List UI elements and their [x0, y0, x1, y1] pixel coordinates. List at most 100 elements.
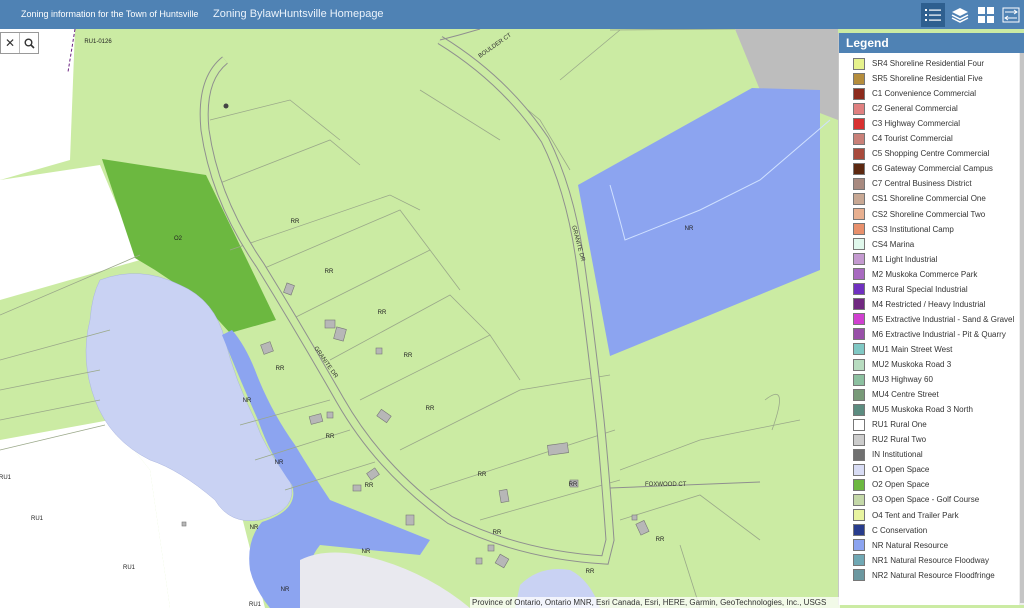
label-rr: RR — [586, 569, 595, 575]
label-rr: RR — [493, 530, 502, 536]
legend-item: C Conservation — [853, 523, 927, 538]
label-ru1: RU1 — [249, 602, 262, 608]
legend-item: M2 Muskoka Commerce Park — [853, 267, 977, 282]
legend-item: MU3 Highway 60 — [853, 372, 933, 387]
search-icon — [24, 38, 35, 49]
legend-swatch — [853, 132, 865, 145]
legend-item: CS3 Institutional Camp — [853, 222, 954, 237]
legend-swatch — [853, 57, 865, 70]
legend-scrollbar[interactable] — [1019, 53, 1024, 605]
label-rr: RR — [569, 482, 578, 488]
map-attribution: Province of Ontario, Ontario MNR, Esri C… — [470, 597, 840, 608]
point-feature — [223, 103, 229, 109]
legend-item: C7 Central Business District — [853, 176, 972, 191]
label-rr: RR — [365, 483, 374, 489]
basemap-grid-icon — [978, 7, 994, 23]
label-ru1-0126: RU1-0126 — [84, 39, 112, 45]
legend-item-label: C3 Highway Commercial — [872, 119, 961, 129]
legend-item: RU1 Rural One — [853, 417, 927, 432]
legend-item: CS2 Shoreline Commercial Two — [853, 207, 985, 222]
legend-item-label: CS2 Shoreline Commercial Two — [872, 209, 986, 219]
legend-item-label: O2 Open Space — [872, 480, 930, 490]
legend-swatch — [853, 463, 865, 476]
label-nr: NR — [243, 398, 252, 404]
legend-item: CS1 Shoreline Commercial One — [853, 191, 986, 206]
legend-item-label: MU2 Muskoka Road 3 — [872, 360, 952, 369]
legend-swatch — [853, 117, 865, 130]
legend-item-label: MU4 Centre Street — [872, 390, 939, 400]
legend-item: C1 Convenience Commercial — [853, 86, 976, 101]
swipe-button[interactable] — [999, 3, 1023, 27]
legend-item: MU2 Muskoka Road 3 — [853, 357, 951, 372]
label-o2: O2 — [174, 236, 183, 242]
legend-swatch — [853, 283, 865, 296]
legend-swatch — [853, 539, 865, 552]
legend-swatch — [853, 253, 865, 266]
legend-item-label: RU2 Rural Two — [872, 435, 927, 445]
legend-item: MU5 Muskoka Road 3 North — [853, 402, 973, 417]
legend-swatch — [853, 493, 865, 506]
legend-item: C5 Shopping Centre Commercial — [853, 146, 989, 161]
legend-swatch — [853, 554, 865, 567]
swipe-icon — [1002, 7, 1020, 23]
legend-item-label: NR2 Natural Resource Floodfringe — [872, 570, 995, 580]
legend-item-label: M1 Light Industrial — [872, 254, 938, 264]
huntsville-homepage-link[interactable]: Huntsville Homepage — [279, 8, 384, 20]
legend-item-label: NR1 Natural Resource Floodway — [872, 555, 989, 565]
legend-item: SR5 Shoreline Residential Five — [853, 71, 983, 86]
label-ru1: RU1 — [0, 475, 12, 481]
legend-item: M4 Restricted / Heavy Industrial — [853, 297, 985, 312]
legend-swatch — [853, 223, 865, 236]
legend-item-label: NR Natural Resource — [872, 540, 949, 550]
legend-item-label: C6 Gateway Commercial Campus — [872, 164, 993, 174]
legend-swatch — [853, 268, 865, 281]
legend-list-icon — [925, 9, 941, 21]
zoning-bylaw-link[interactable]: Zoning Bylaw — [213, 8, 279, 20]
label-rr: RR — [325, 269, 334, 275]
clear-search-button[interactable]: ✕ — [1, 33, 19, 53]
legend-swatch — [853, 403, 865, 416]
legend-swatch — [853, 524, 865, 537]
basemap-gallery-button[interactable] — [974, 3, 998, 27]
legend-title: Legend — [839, 33, 1024, 53]
label-rr: RR — [478, 472, 487, 478]
legend-swatch — [853, 358, 865, 371]
legend-item-label: M2 Muskoka Commerce Park — [872, 269, 978, 279]
label-ru1: RU1 — [31, 516, 44, 522]
label-rr: RR — [276, 366, 285, 372]
label-nr: NR — [275, 460, 284, 466]
legend-item: SR4 Shoreline Residential Four — [853, 56, 984, 71]
legend-swatch — [853, 192, 865, 205]
legend-item: C4 Tourist Commercial — [853, 131, 953, 146]
legend-item-label: RU1 Rural One — [872, 420, 927, 430]
legend-swatch — [853, 72, 865, 85]
legend-item: O2 Open Space — [853, 477, 929, 492]
app-title: Zoning information for the Town of Hunts… — [21, 9, 199, 19]
legend-item: O3 Open Space - Golf Course — [853, 492, 979, 507]
legend-list-button[interactable] — [921, 3, 945, 27]
legend-item-label: CS3 Institutional Camp — [872, 224, 954, 234]
legend-swatch — [853, 418, 865, 431]
label-nr: NR — [250, 525, 259, 531]
label-rr: RR — [326, 434, 335, 440]
legend-item: C6 Gateway Commercial Campus — [853, 161, 993, 176]
legend-item-label: C7 Central Business District — [872, 179, 972, 189]
legend-swatch — [853, 433, 865, 446]
search-button[interactable] — [19, 33, 38, 53]
legend-item-label: C1 Convenience Commercial — [872, 89, 977, 99]
legend-item: M5 Extractive Industrial - Sand & Gravel — [853, 312, 1014, 327]
legend-item-label: O4 Tent and Trailer Park — [872, 510, 959, 520]
layers-button[interactable] — [948, 3, 972, 27]
legend-item-label: IN Institutional — [872, 450, 923, 460]
legend-item: IN Institutional — [853, 447, 923, 462]
legend-item-label: O1 Open Space — [872, 465, 930, 475]
legend-item-label: SR4 Shoreline Residential Four — [872, 59, 985, 68]
legend-list[interactable]: SR4 Shoreline Residential Four SR5 Shorel… — [839, 53, 1024, 605]
legend-swatch — [853, 162, 865, 175]
legend-item-label: MU1 Main Street West — [872, 344, 953, 354]
legend-item: MU4 Centre Street — [853, 387, 939, 402]
legend-swatch — [853, 373, 865, 386]
legend-scrollbar-thumb[interactable] — [1020, 53, 1024, 603]
label-rr: RR — [426, 406, 435, 412]
legend-swatch — [853, 238, 865, 251]
